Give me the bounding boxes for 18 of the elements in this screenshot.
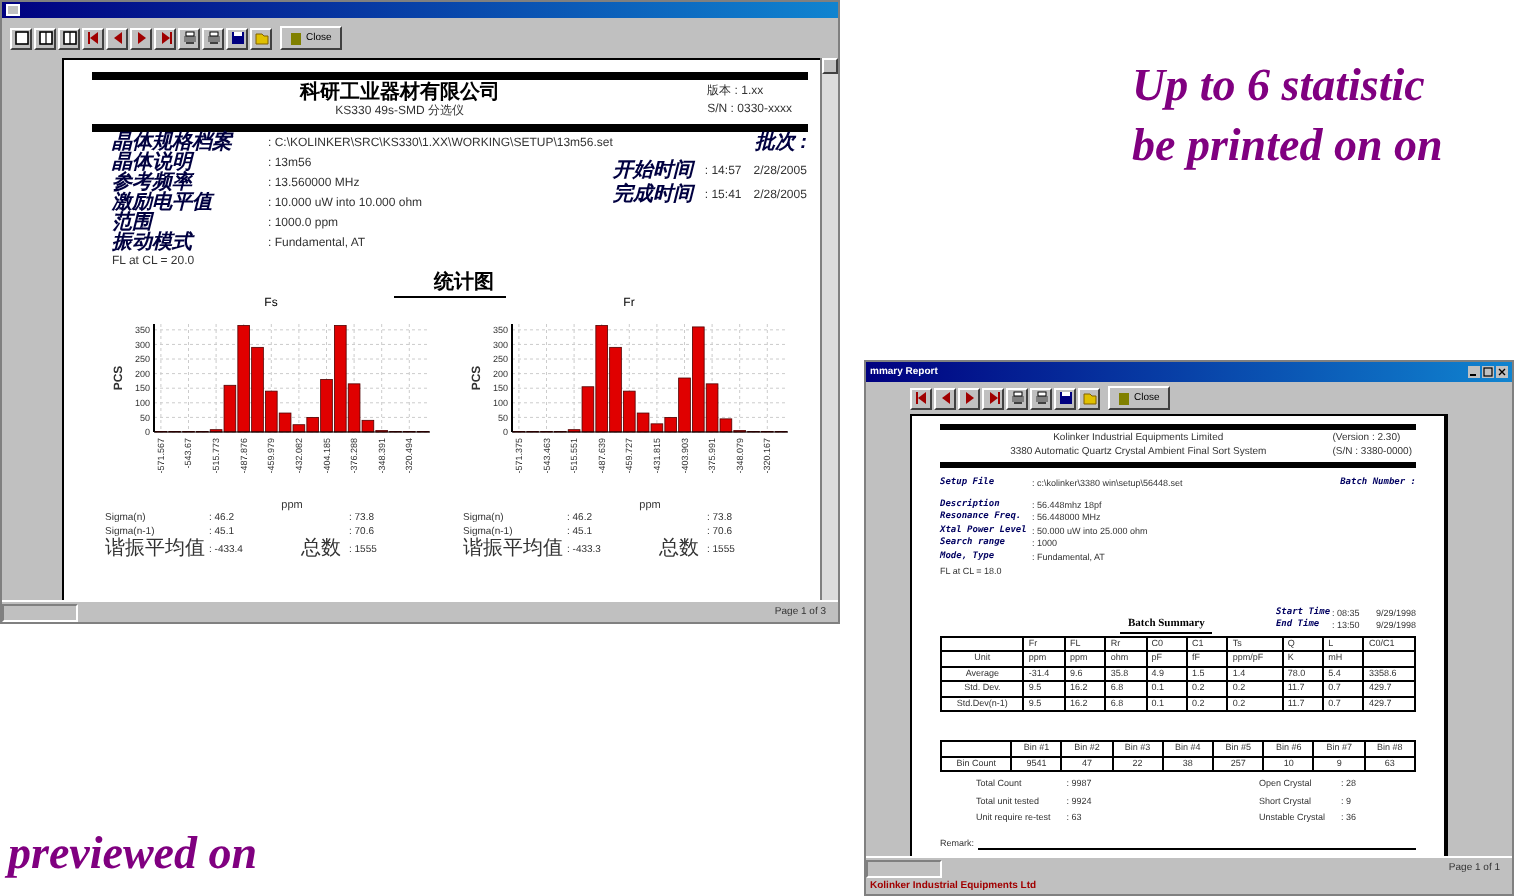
field-label: 激励电平值 [112, 194, 217, 214]
field-label: 参考频率 [112, 174, 195, 194]
field-label: 晶体规格档案 [112, 134, 236, 154]
field-label: 范围 [112, 214, 154, 234]
time-label: 完成时间 [612, 186, 693, 206]
caption-text: be printed on on [1132, 118, 1445, 174]
company-name: 科研工业器材有限公司 [297, 82, 502, 104]
stat-label: 谐振平均值 [105, 540, 207, 560]
time-label: 开始时间 [612, 162, 693, 182]
batch-label: 批次 : [754, 134, 807, 154]
stat-label: 总数 [301, 540, 343, 560]
stat-label: 谐振平均值 [463, 540, 565, 560]
caption-text: previewed on [8, 826, 260, 882]
field-label: 晶体说明 [112, 154, 197, 174]
caption-text: Up to 6 statistic [1132, 58, 1427, 114]
section-title: 统计图 [394, 272, 506, 298]
field-label: 振动模式 [112, 234, 197, 254]
stat-label: 总数 [659, 540, 701, 560]
